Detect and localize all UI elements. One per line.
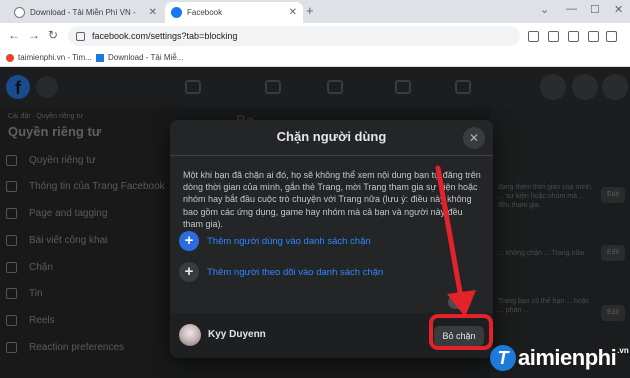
watermark-text: aimienphi (518, 345, 617, 370)
watermark-suffix: .vn (617, 346, 629, 355)
annotation-arrow (435, 165, 476, 317)
annotation-highlight-box (429, 314, 493, 350)
watermark: T aimienphi .vn (490, 345, 629, 371)
taimienphi-logo: T (490, 345, 516, 371)
